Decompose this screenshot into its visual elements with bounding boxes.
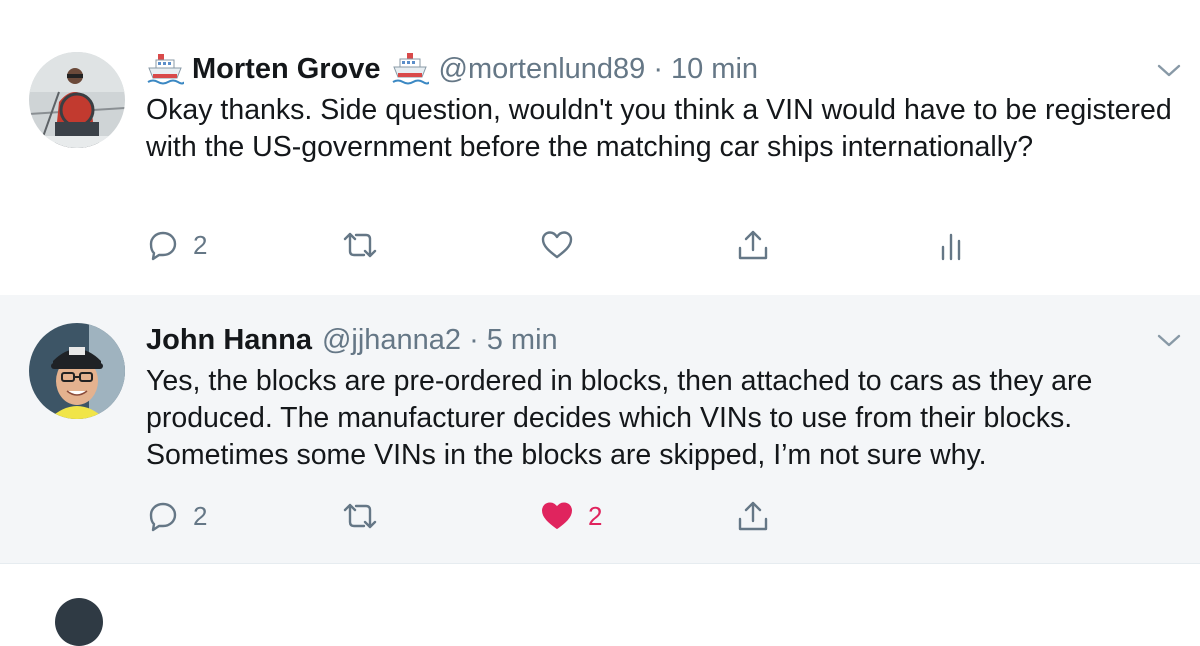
retweet-button[interactable] bbox=[340, 225, 380, 265]
avatar[interactable] bbox=[29, 323, 125, 419]
like-button[interactable]: 2 bbox=[540, 496, 602, 536]
tweet-header: John Hanna @jjhanna2 · 5 min bbox=[146, 320, 558, 360]
share-icon bbox=[736, 499, 770, 533]
avatar[interactable] bbox=[55, 598, 103, 646]
reply-button[interactable]: 2 bbox=[147, 496, 207, 536]
retweet-icon bbox=[340, 500, 380, 532]
handle[interactable]: @mortenlund89 bbox=[439, 53, 646, 86]
retweet-icon bbox=[340, 229, 380, 261]
ship-icon bbox=[146, 52, 185, 86]
chevron-down-icon[interactable] bbox=[1156, 332, 1182, 350]
tweet[interactable]: John Hanna @jjhanna2 · 5 min Yes, the bl… bbox=[0, 295, 1200, 563]
reply-count: 2 bbox=[193, 500, 208, 531]
share-button[interactable] bbox=[736, 496, 770, 536]
analytics-button[interactable] bbox=[938, 225, 964, 265]
separator-dot: · bbox=[469, 323, 479, 356]
chevron-down-icon[interactable] bbox=[1156, 62, 1182, 80]
tweet-actions: 2 bbox=[0, 225, 1200, 265]
analytics-icon bbox=[938, 229, 964, 261]
timestamp[interactable]: 10 min bbox=[671, 53, 758, 86]
display-name[interactable]: Morten Grove bbox=[192, 53, 381, 86]
reply-icon bbox=[147, 500, 179, 532]
display-name[interactable]: John Hanna bbox=[146, 324, 312, 357]
handle[interactable]: @jjhanna2 bbox=[322, 324, 461, 357]
tweet-actions: 2 2 bbox=[0, 496, 1200, 536]
separator-dot: · bbox=[653, 52, 663, 85]
reply-count: 2 bbox=[193, 229, 208, 260]
heart-filled-icon bbox=[540, 500, 574, 532]
avatar[interactable] bbox=[29, 52, 125, 148]
tweet-text: Okay thanks. Side question, wouldn't you… bbox=[146, 94, 1172, 163]
retweet-button[interactable] bbox=[340, 496, 380, 536]
share-icon bbox=[736, 228, 770, 262]
tweet[interactable]: Morten Grove @mortenlund89 · 10 min Okay… bbox=[0, 0, 1200, 295]
reply-button[interactable]: 2 bbox=[147, 225, 207, 265]
tweet-text: Yes, the blocks are pre-ordered in block… bbox=[146, 365, 1093, 471]
tweet[interactable] bbox=[0, 563, 1200, 646]
like-count: 2 bbox=[588, 500, 603, 531]
reply-icon bbox=[147, 229, 179, 261]
timestamp[interactable]: 5 min bbox=[487, 324, 558, 357]
heart-icon bbox=[540, 229, 574, 261]
tweet-header: Morten Grove @mortenlund89 · 10 min bbox=[146, 49, 758, 89]
share-button[interactable] bbox=[736, 225, 770, 265]
ship-icon bbox=[391, 52, 430, 86]
like-button[interactable] bbox=[540, 225, 574, 265]
